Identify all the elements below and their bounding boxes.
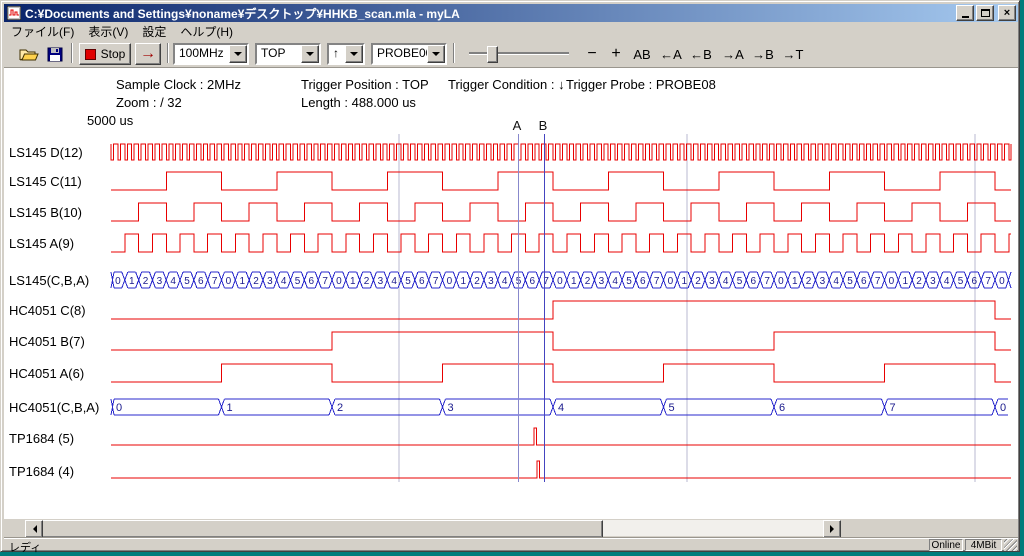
goto-b-next-button[interactable]: →B xyxy=(749,43,777,65)
open-folder-icon xyxy=(19,47,39,62)
trigger-edge-value: ↑ xyxy=(329,45,345,63)
channel-label-hc4051-a6: HC4051 A(6) xyxy=(9,366,84,381)
info-sample-clock: Sample Clock : 2MHz xyxy=(116,77,241,92)
toolbar: Stop → 100MHz TOP ↑ PROBE00 xyxy=(4,40,1018,68)
toolbar-separator xyxy=(71,43,73,63)
app-window: C:¥Documents and Settings¥noname¥デスクトップ¥… xyxy=(0,0,1020,552)
info-trigger-condition: Trigger Condition : ↓ xyxy=(448,77,565,92)
info-length: Length : 488.000 us xyxy=(301,95,416,110)
goto-b-prev-button[interactable]: ←B xyxy=(687,43,715,65)
minimize-button[interactable] xyxy=(956,5,974,21)
status-online-badge: Online xyxy=(929,539,963,551)
info-trigger-probe: Trigger Probe : PROBE08 xyxy=(566,77,716,92)
channel-label-tp1684-5: TP1684 (5) xyxy=(9,431,74,446)
run-button[interactable]: → xyxy=(135,43,161,65)
trigger-position-dropdown-button[interactable] xyxy=(301,45,319,63)
trigger-probe-dropdown-button[interactable] xyxy=(427,45,445,63)
goto-a-prev-button[interactable]: ←A xyxy=(657,43,685,65)
chevron-down-icon xyxy=(234,52,242,60)
channel-label-hc4051-c8: HC4051 C(8) xyxy=(9,303,86,318)
zoom-slider[interactable] xyxy=(463,43,575,65)
minimize-icon xyxy=(962,16,969,18)
close-icon: × xyxy=(1004,8,1010,18)
marker-a-line[interactable] xyxy=(518,134,519,482)
maximize-icon xyxy=(981,9,990,17)
scroll-right-button[interactable] xyxy=(823,520,841,538)
stop-icon xyxy=(85,49,96,60)
marker-b-label: B xyxy=(535,118,551,133)
trigger-probe-combo[interactable]: PROBE00 xyxy=(371,43,447,65)
channel-label-ls145-c11: LS145 C(11) xyxy=(9,174,82,189)
menu-view[interactable]: 表示(V) xyxy=(81,21,135,42)
scroll-left-button[interactable] xyxy=(25,520,43,538)
scrollbar-thumb[interactable] xyxy=(41,520,603,538)
zoom-out-button[interactable]: − xyxy=(581,43,603,65)
goto-a-next-button[interactable]: →A xyxy=(719,43,747,65)
trigger-edge-dropdown-button[interactable] xyxy=(345,45,363,63)
title-bar[interactable]: C:¥Documents and Settings¥noname¥デスクトップ¥… xyxy=(4,4,1018,22)
time-scale-label: 5000 us xyxy=(87,113,133,128)
stop-button[interactable]: Stop xyxy=(79,43,131,65)
ab-span-button[interactable]: AB xyxy=(629,43,655,65)
channel-label-ls145-d12: LS145 D(12) xyxy=(9,145,83,160)
waveform-panel xyxy=(4,68,1018,519)
scroll-right-icon xyxy=(830,525,838,533)
zoom-in-button[interactable]: + xyxy=(605,43,627,65)
toolbar-separator xyxy=(453,43,455,63)
sample-clock-value: 100MHz xyxy=(175,45,229,63)
channel-label-ls145-b10: LS145 B(10) xyxy=(9,205,82,220)
resize-grip[interactable] xyxy=(1004,539,1017,551)
stop-label: Stop xyxy=(101,47,126,61)
run-arrow-icon: → xyxy=(140,46,156,62)
sample-clock-dropdown-button[interactable] xyxy=(229,45,247,63)
open-button[interactable] xyxy=(17,43,41,65)
menu-bar: ファイル(F) 表示(V) 設定 ヘルプ(H) xyxy=(4,22,1018,40)
menu-file[interactable]: ファイル(F) xyxy=(4,21,81,42)
save-button[interactable] xyxy=(43,43,67,65)
app-icon xyxy=(7,6,21,20)
trigger-edge-combo[interactable]: ↑ xyxy=(327,43,365,65)
goto-trigger-button[interactable]: →T xyxy=(779,43,807,65)
trigger-position-value: TOP xyxy=(257,45,301,63)
window-title: C:¥Documents and Settings¥noname¥デスクトップ¥… xyxy=(25,5,954,22)
trigger-position-combo[interactable]: TOP xyxy=(255,43,321,65)
desktop: C:¥Documents and Settings¥noname¥デスクトップ¥… xyxy=(0,0,1024,556)
info-trigger-position: Trigger Position : TOP xyxy=(301,77,429,92)
save-floppy-icon xyxy=(47,47,63,62)
status-memory-badge: 4MBit xyxy=(965,539,1002,551)
marker-b-line[interactable] xyxy=(544,134,545,482)
menu-help[interactable]: ヘルプ(H) xyxy=(173,21,240,42)
status-ready-text: レディ xyxy=(9,539,41,555)
chevron-down-icon xyxy=(306,52,314,60)
zoom-slider-track[interactable] xyxy=(469,52,569,54)
zoom-slider-thumb[interactable] xyxy=(487,46,498,63)
toolbar-separator xyxy=(167,43,169,63)
trigger-probe-value: PROBE00 xyxy=(373,45,427,63)
info-zoom: Zoom : / 32 xyxy=(116,95,182,110)
channel-label-ls145-a9: LS145 A(9) xyxy=(9,236,74,251)
menu-settings[interactable]: 設定 xyxy=(135,21,173,42)
marker-a-label: A xyxy=(509,118,525,133)
status-bar xyxy=(4,537,1018,551)
channel-label-hc4051-b7: HC4051 B(7) xyxy=(9,334,85,349)
chevron-down-icon xyxy=(432,52,440,60)
close-button[interactable]: × xyxy=(998,5,1016,21)
sample-clock-combo[interactable]: 100MHz xyxy=(173,43,249,65)
channel-label-hc4051-bus: HC4051(C,B,A) xyxy=(9,400,99,415)
chevron-down-icon xyxy=(350,52,358,60)
scroll-left-icon xyxy=(29,525,37,533)
channel-label-tp1684-4: TP1684 (4) xyxy=(9,464,74,479)
maximize-button[interactable] xyxy=(976,5,994,21)
channel-label-ls145-bus: LS145(C,B,A) xyxy=(9,273,89,288)
